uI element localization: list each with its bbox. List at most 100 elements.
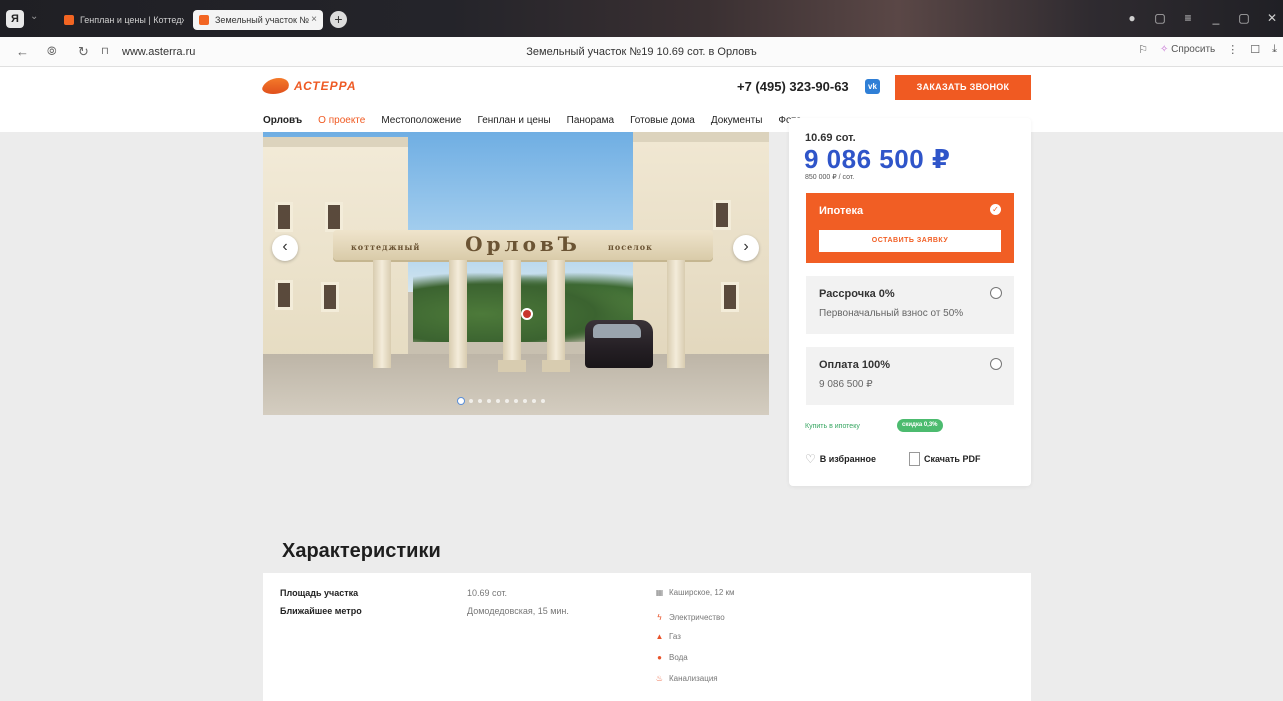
gallery-window (275, 280, 293, 310)
price-per-sotka: 850 000 ₽ / сот. (805, 174, 855, 181)
buy-mortgage-link[interactable]: Купить в ипотеку (805, 423, 860, 430)
feature-sewerage: ♨ Канализация (655, 674, 718, 683)
nav-item-genplan[interactable]: Генплан и цены (477, 115, 550, 126)
address-bar: ← ⦾ ↻ ⊓ www.asterra.ru Земельный участок… (0, 37, 1283, 67)
nav-item-ready-houses[interactable]: Готовые дома (630, 115, 695, 126)
plot-area: 10.69 сот. (805, 132, 856, 144)
nav-item-documents[interactable]: Документы (711, 115, 763, 126)
close-window-icon[interactable]: ✕ (1265, 11, 1279, 25)
gallery-dot[interactable] (487, 399, 491, 403)
lock-icon[interactable]: ⊓ (101, 46, 109, 57)
gallery-road-sign (521, 308, 533, 320)
site-favicon-icon (199, 15, 209, 25)
gallery-dot[interactable] (505, 399, 509, 403)
gallery-dot[interactable] (541, 399, 545, 403)
gallery-column (547, 260, 565, 368)
gallery-window (275, 202, 293, 232)
address-bar-actions: ⚐ ✧ Спросить ⋮ ☐ ⤓ (1138, 43, 1277, 56)
gallery-column (449, 260, 467, 368)
tabs-overview-icon[interactable]: ▢ (1153, 11, 1167, 25)
feature-highway: ▦ Каширское, 12 км (655, 588, 735, 597)
gallery-prev-button[interactable]: ‹ (272, 235, 298, 261)
gallery-dot[interactable] (523, 399, 527, 403)
full-payment-radio[interactable] (990, 358, 1002, 370)
logo-mark-icon (260, 78, 292, 94)
gallery-dot[interactable] (478, 399, 482, 403)
feature-label: Вода (669, 653, 688, 662)
gallery-column (503, 260, 521, 368)
leave-request-button[interactable]: ОСТАВИТЬ ЗАЯВКУ (819, 230, 1001, 252)
gallery-dot[interactable] (469, 399, 473, 403)
tab-label: Генплан и цены | Коттедж (80, 15, 184, 25)
characteristics-title: Характеристики (282, 540, 441, 562)
browser-settings-icon[interactable]: ≡ (1181, 11, 1195, 25)
gallery-dot[interactable] (514, 399, 518, 403)
site-header: АСТЕРРА +7 (495) 323-90-63 vk ЗАКАЗАТЬ З… (0, 67, 1283, 132)
order-call-button[interactable]: ЗАКАЗАТЬ ЗВОНОК (895, 75, 1031, 100)
option-installment[interactable]: Рассрочка 0% Первоначальный взнос от 50% (806, 276, 1014, 334)
plot-price: 9 086 500 ₽ (804, 144, 951, 174)
browser-profile-icon[interactable]: ● (1125, 11, 1139, 25)
option-full-payment[interactable]: Оплата 100% 9 086 500 ₽ (806, 347, 1014, 405)
feature-label: Канализация (669, 674, 718, 683)
gallery-dot[interactable] (458, 398, 464, 404)
site-logo[interactable]: АСТЕРРА (260, 78, 357, 94)
minimize-icon[interactable]: _ (1209, 11, 1223, 25)
feature-gas: ▲ Газ (655, 632, 681, 641)
option-mortgage-title: Ипотека (819, 205, 864, 217)
lightning-icon: ϟ (657, 613, 662, 622)
photo-gallery[interactable]: коттеджный ОрловЪ поселок ‹ › (263, 132, 769, 415)
check-icon[interactable]: ✓ (990, 204, 1001, 215)
site-favicon-icon (64, 15, 74, 25)
gallery-dot[interactable] (496, 399, 500, 403)
installment-radio[interactable] (990, 287, 1002, 299)
new-tab-button[interactable]: + (330, 11, 347, 28)
char-label-area: Площадь участка (280, 588, 359, 598)
phone-link[interactable]: +7 (495) 323-90-63 (737, 79, 849, 94)
option-mortgage[interactable]: Ипотека ✓ ОСТАВИТЬ ЗАЯВКУ (806, 193, 1014, 263)
browser-menu-button[interactable]: Я (6, 10, 24, 28)
char-label-metro: Ближайшее метро (280, 606, 362, 616)
add-to-favorites-button[interactable]: ♡ В избранное (805, 452, 876, 466)
restore-icon[interactable]: ▢ (1237, 11, 1251, 25)
gallery-window (721, 282, 739, 312)
download-pdf-button[interactable]: Скачать PDF (909, 452, 980, 466)
feature-label: Газ (669, 632, 681, 641)
gallery-next-button[interactable]: › (733, 235, 759, 261)
url-field[interactable]: www.asterra.ru (122, 46, 195, 58)
gallery-column (373, 260, 391, 368)
nav-item-orlov[interactable]: Орловъ (263, 115, 302, 126)
back-icon[interactable]: ← (16, 44, 29, 59)
gallery-dot[interactable] (532, 399, 536, 403)
window-controls: ● ▢ ≡ _ ▢ ✕ (1125, 11, 1279, 25)
protect-icon[interactable]: ⦾ (47, 44, 57, 59)
heart-icon: ♡ (805, 452, 816, 466)
option-full-payment-subtitle: 9 086 500 ₽ (819, 379, 873, 390)
ask-label: Спросить (1171, 44, 1216, 55)
reload-icon[interactable]: ↻ (78, 44, 89, 60)
gallery-window (713, 200, 731, 230)
option-installment-title: Рассрочка 0% (819, 288, 895, 300)
ask-button[interactable]: ✧ Спросить (1160, 44, 1215, 55)
vk-icon[interactable]: vk (865, 79, 880, 94)
nav-item-location[interactable]: Местоположение (381, 115, 461, 126)
bookmark-icon[interactable]: ⚐ (1138, 43, 1148, 56)
nav-item-panorama[interactable]: Панорама (567, 115, 614, 126)
characteristics-panel: Площадь участка 10.69 сот. Ближайшее мет… (263, 573, 1031, 701)
download-icon[interactable]: ⤓ (1272, 43, 1277, 56)
gallery-arch-right-text: поселок (608, 242, 653, 252)
nav-item-about[interactable]: О проекте (318, 115, 365, 126)
feature-label: Каширское, 12 км (669, 588, 735, 597)
more-icon[interactable]: ⋮ (1227, 43, 1238, 56)
tab-land-plot[interactable]: Земельный участок № × (193, 10, 323, 30)
gallery-column (667, 260, 685, 368)
highway-icon: ▦ (655, 588, 664, 597)
tabs-dropdown-icon[interactable]: ⌄ (30, 11, 38, 22)
tab-genplan[interactable]: Генплан и цены | Коттедж (58, 10, 184, 30)
tab-close-icon[interactable]: × (311, 10, 317, 30)
option-installment-subtitle: Первоначальный взнос от 50% (819, 308, 964, 319)
logo-text: АСТЕРРА (294, 79, 357, 93)
reader-icon[interactable]: ☐ (1250, 43, 1260, 56)
char-value-metro: Домодедовская, 15 мин. (467, 606, 569, 616)
pdf-label: Скачать PDF (924, 454, 981, 464)
